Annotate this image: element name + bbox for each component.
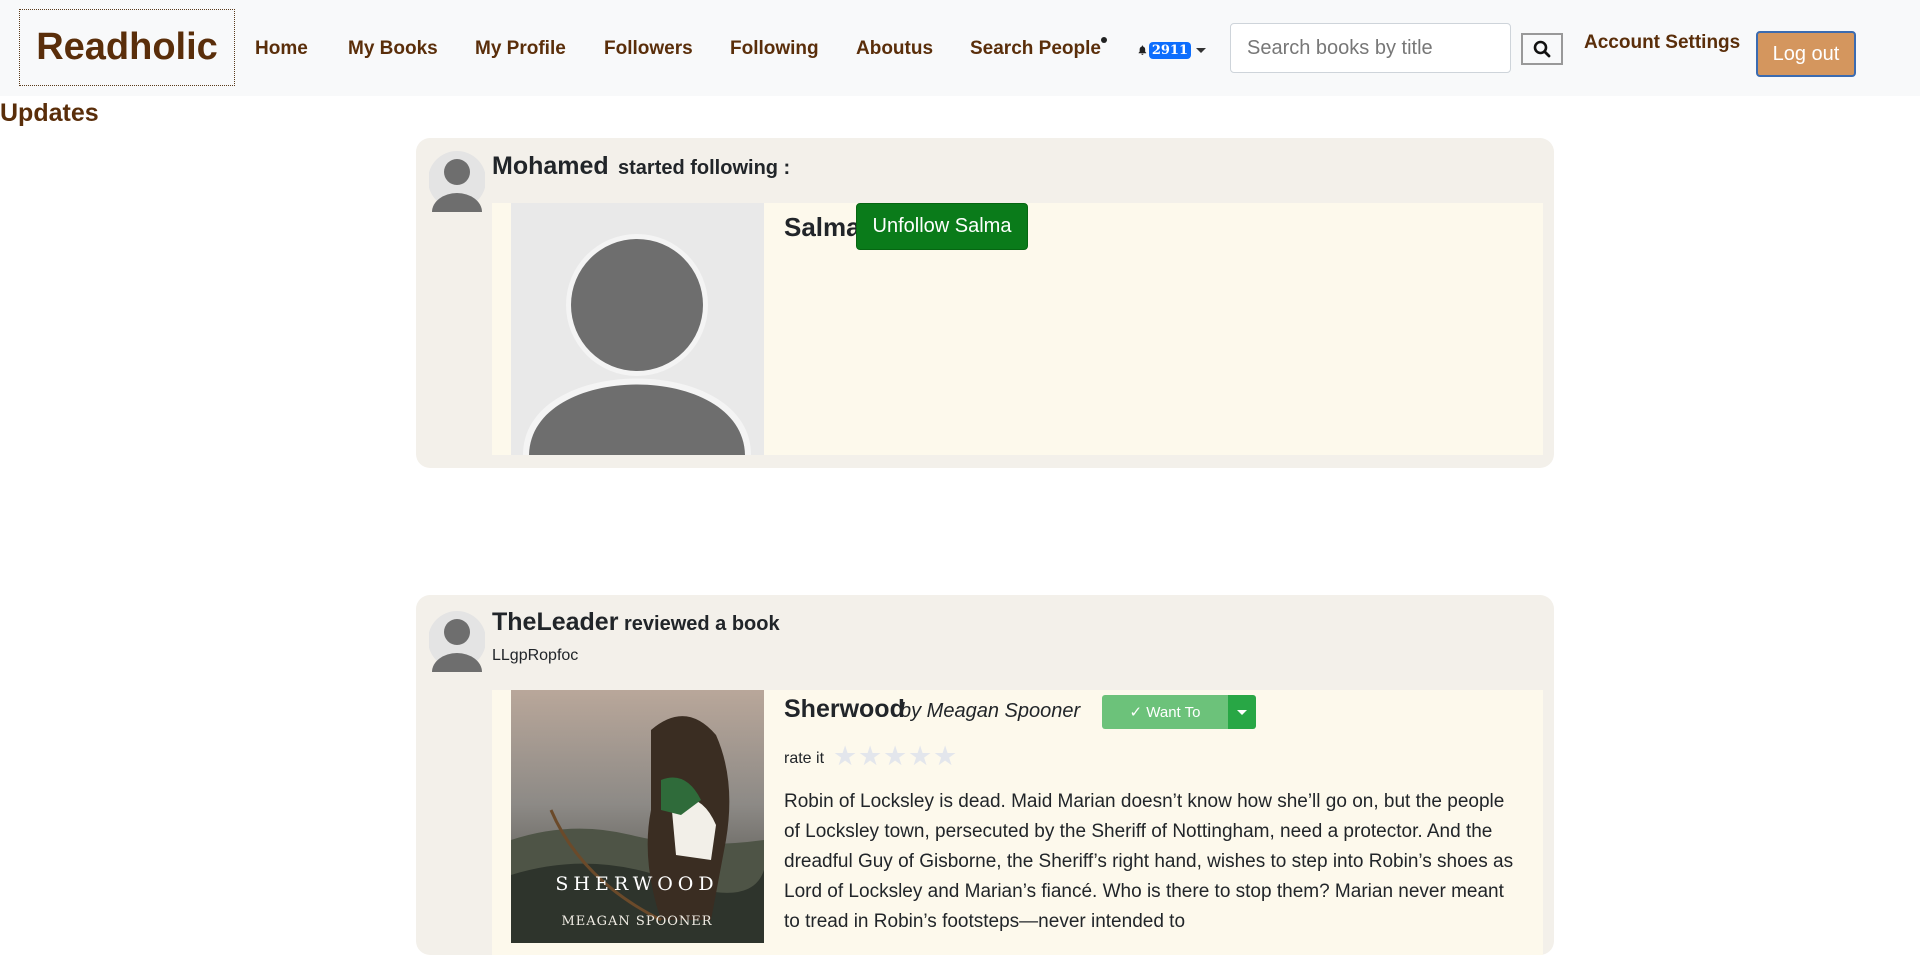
shelf-dropdown-toggle[interactable] bbox=[1228, 695, 1256, 729]
search-icon bbox=[1533, 40, 1551, 58]
nav-my-books[interactable]: My Books bbox=[348, 38, 438, 60]
account-settings-link[interactable]: Account Settings bbox=[1584, 32, 1740, 54]
chevron-down-icon bbox=[1237, 709, 1247, 715]
brand-logo[interactable]: Readholic bbox=[19, 9, 235, 86]
update-card: Mohamed started following : Salma Unfoll… bbox=[416, 138, 1554, 468]
book-cover-image: SHERWOOD MEAGAN SPOONER bbox=[511, 690, 764, 943]
search-button[interactable] bbox=[1521, 33, 1563, 65]
star-rating: ★ ★ ★ ★ ★ bbox=[833, 741, 958, 771]
bell-icon bbox=[1138, 45, 1147, 55]
notification-count-badge: 2911 bbox=[1148, 41, 1191, 59]
nav-home[interactable]: Home bbox=[255, 38, 308, 60]
page-title: Updates bbox=[0, 99, 99, 127]
navbar: Readholic Home My Books My Profile Follo… bbox=[0, 0, 1920, 96]
avatar[interactable] bbox=[429, 150, 485, 212]
unfollow-button[interactable]: Unfollow Salma bbox=[856, 203, 1028, 250]
search-input[interactable] bbox=[1230, 23, 1511, 73]
avatar[interactable] bbox=[429, 610, 485, 672]
star-icon[interactable]: ★ bbox=[908, 741, 933, 771]
notifications-dropdown[interactable]: 2911 bbox=[1138, 38, 1206, 62]
update-card: TheLeader reviewed a book LLgpRopfoc SHE… bbox=[416, 595, 1554, 955]
book-description: Robin of Locksley is dead. Maid Marian d… bbox=[784, 791, 1514, 932]
rate-label: rate it bbox=[784, 750, 825, 767]
user-avatar-icon bbox=[429, 151, 485, 212]
followed-user-panel: Salma Unfollow Salma bbox=[492, 203, 1543, 455]
cover-title-text: SHERWOOD bbox=[555, 873, 718, 895]
user-silhouette-icon bbox=[523, 234, 751, 455]
user-avatar-icon bbox=[429, 611, 485, 672]
star-icon[interactable]: ★ bbox=[833, 741, 858, 771]
book-cover[interactable]: SHERWOOD MEAGAN SPOONER bbox=[511, 690, 764, 943]
followed-user-name[interactable]: Salma bbox=[784, 212, 861, 243]
review-text: LLgpRopfoc bbox=[492, 647, 579, 664]
book-author: by Meagan Spooner bbox=[900, 700, 1081, 722]
nav-my-profile[interactable]: My Profile bbox=[475, 38, 566, 60]
nav-following[interactable]: Following bbox=[730, 38, 819, 60]
star-icon[interactable]: ★ bbox=[883, 741, 908, 771]
cover-author-text: MEAGAN SPOONER bbox=[561, 914, 712, 929]
update-username[interactable]: TheLeader bbox=[492, 608, 618, 637]
nav-followers[interactable]: Followers bbox=[604, 38, 693, 60]
update-action-text: reviewed a book bbox=[624, 613, 780, 635]
star-icon[interactable]: ★ bbox=[858, 741, 883, 771]
nav-aboutus[interactable]: Aboutus bbox=[856, 38, 933, 60]
update-username[interactable]: Mohamed bbox=[492, 152, 609, 181]
book-title[interactable]: Sherwood bbox=[784, 695, 905, 724]
profile-photo[interactable] bbox=[511, 203, 764, 455]
update-action-text: started following : bbox=[618, 157, 791, 179]
chevron-down-icon bbox=[1196, 47, 1206, 53]
search-people-indicator-dot bbox=[1101, 37, 1107, 43]
star-icon[interactable]: ★ bbox=[933, 741, 958, 771]
book-panel: SHERWOOD MEAGAN SPOONER Sherwood by Meag… bbox=[492, 690, 1543, 955]
want-to-read-button[interactable]: ✓ Want To bbox=[1102, 695, 1228, 729]
nav-search-people[interactable]: Search People bbox=[970, 38, 1101, 60]
logout-button[interactable]: Log out bbox=[1756, 31, 1856, 77]
